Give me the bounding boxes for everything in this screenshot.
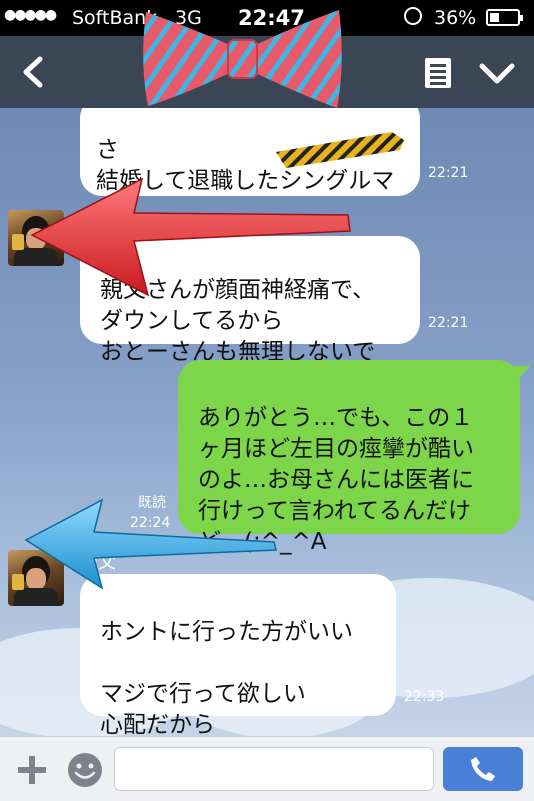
smiley-icon[interactable]	[66, 751, 104, 789]
message-input[interactable]	[114, 747, 434, 791]
battery-icon	[486, 9, 523, 26]
message-composer	[0, 736, 534, 801]
message-time: 22:21	[428, 315, 469, 331]
rotation-lock-icon	[404, 7, 422, 25]
battery-percent: 36%	[434, 7, 477, 29]
blue-arrow-annotation	[24, 498, 277, 590]
message-bubble-incoming[interactable]: ホントに行った方がいい マジで行って欲しい 心配だから	[80, 574, 396, 736]
call-button[interactable]	[443, 747, 523, 791]
notes-icon[interactable]	[423, 56, 453, 90]
phone-icon	[471, 757, 495, 781]
striped-tie-sticker	[276, 132, 404, 168]
message-time: 22:33	[404, 689, 445, 705]
plus-icon[interactable]	[16, 754, 48, 786]
bubble-tail	[510, 366, 530, 384]
chevron-left-icon[interactable]	[18, 56, 48, 88]
red-arrow-annotation	[30, 177, 351, 297]
message-time: 22:21	[428, 165, 469, 181]
bowtie-sticker	[143, 10, 342, 108]
signal-strength: ●●●●●	[4, 7, 57, 23]
chevron-down-icon[interactable]	[478, 61, 516, 87]
